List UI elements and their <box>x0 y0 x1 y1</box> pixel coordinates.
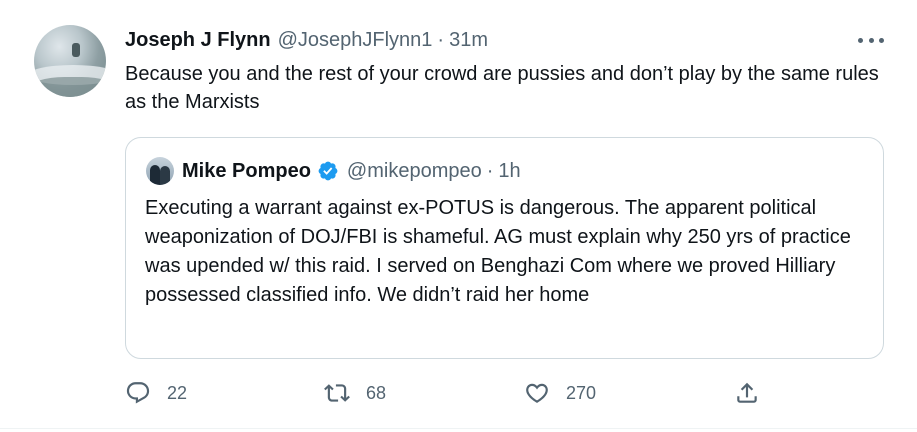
verified-badge-icon <box>318 161 338 181</box>
quoted-author-name: Mike Pompeo <box>182 159 311 182</box>
like-button[interactable]: 270 <box>524 375 596 411</box>
author-name[interactable]: Joseph J Flynn <box>125 29 271 52</box>
more-dot <box>858 37 863 43</box>
retweet-icon <box>324 384 350 402</box>
tweet-header: Joseph J Flynn @JosephJFlynn1 · 31m <box>125 28 488 52</box>
reply-icon <box>126 382 150 404</box>
avatar-person <box>160 166 170 185</box>
more-dot <box>868 37 874 43</box>
reply-button[interactable]: 22 <box>125 375 187 411</box>
quoted-author-handle: @mikepompeo <box>346 159 482 182</box>
quoted-tweet-text: Executing a warrant against ex-POTUS is … <box>145 197 851 306</box>
quoted-tweet[interactable]: Mike Pompeo @mikepompeo · 1h Executing a… <box>125 137 884 359</box>
retweet-count: 68 <box>366 382 387 403</box>
quoted-tweet-header: Mike Pompeo @mikepompeo · 1h <box>146 156 521 186</box>
more-dot <box>879 37 884 43</box>
quoted-author-avatar <box>146 157 174 185</box>
avatar-figure <box>72 43 80 57</box>
separator-dot: · <box>437 28 445 51</box>
avatar-person <box>150 165 160 185</box>
share-button[interactable] <box>734 375 760 411</box>
avatar-wave <box>34 77 106 97</box>
author-avatar[interactable] <box>34 25 106 97</box>
reply-count: 22 <box>167 382 188 403</box>
tweet-card[interactable]: Joseph J Flynn @JosephJFlynn1 · 31m Beca… <box>0 0 917 432</box>
heart-icon <box>526 383 548 403</box>
divider <box>0 428 917 429</box>
author-handle[interactable]: @JosephJFlynn1 <box>278 29 433 52</box>
quoted-tweet-timestamp: 1h <box>498 159 521 182</box>
tweet-text: Because you and the rest of your crowd a… <box>125 63 879 113</box>
share-icon <box>737 382 757 403</box>
retweet-button[interactable]: 68 <box>324 375 386 411</box>
tweet-timestamp[interactable]: 31m <box>449 29 488 52</box>
tweet-actions: 22 68 270 <box>0 375 917 411</box>
more-options-icon[interactable] <box>858 30 884 50</box>
like-count: 270 <box>566 382 597 403</box>
separator-dot: · <box>486 159 494 182</box>
